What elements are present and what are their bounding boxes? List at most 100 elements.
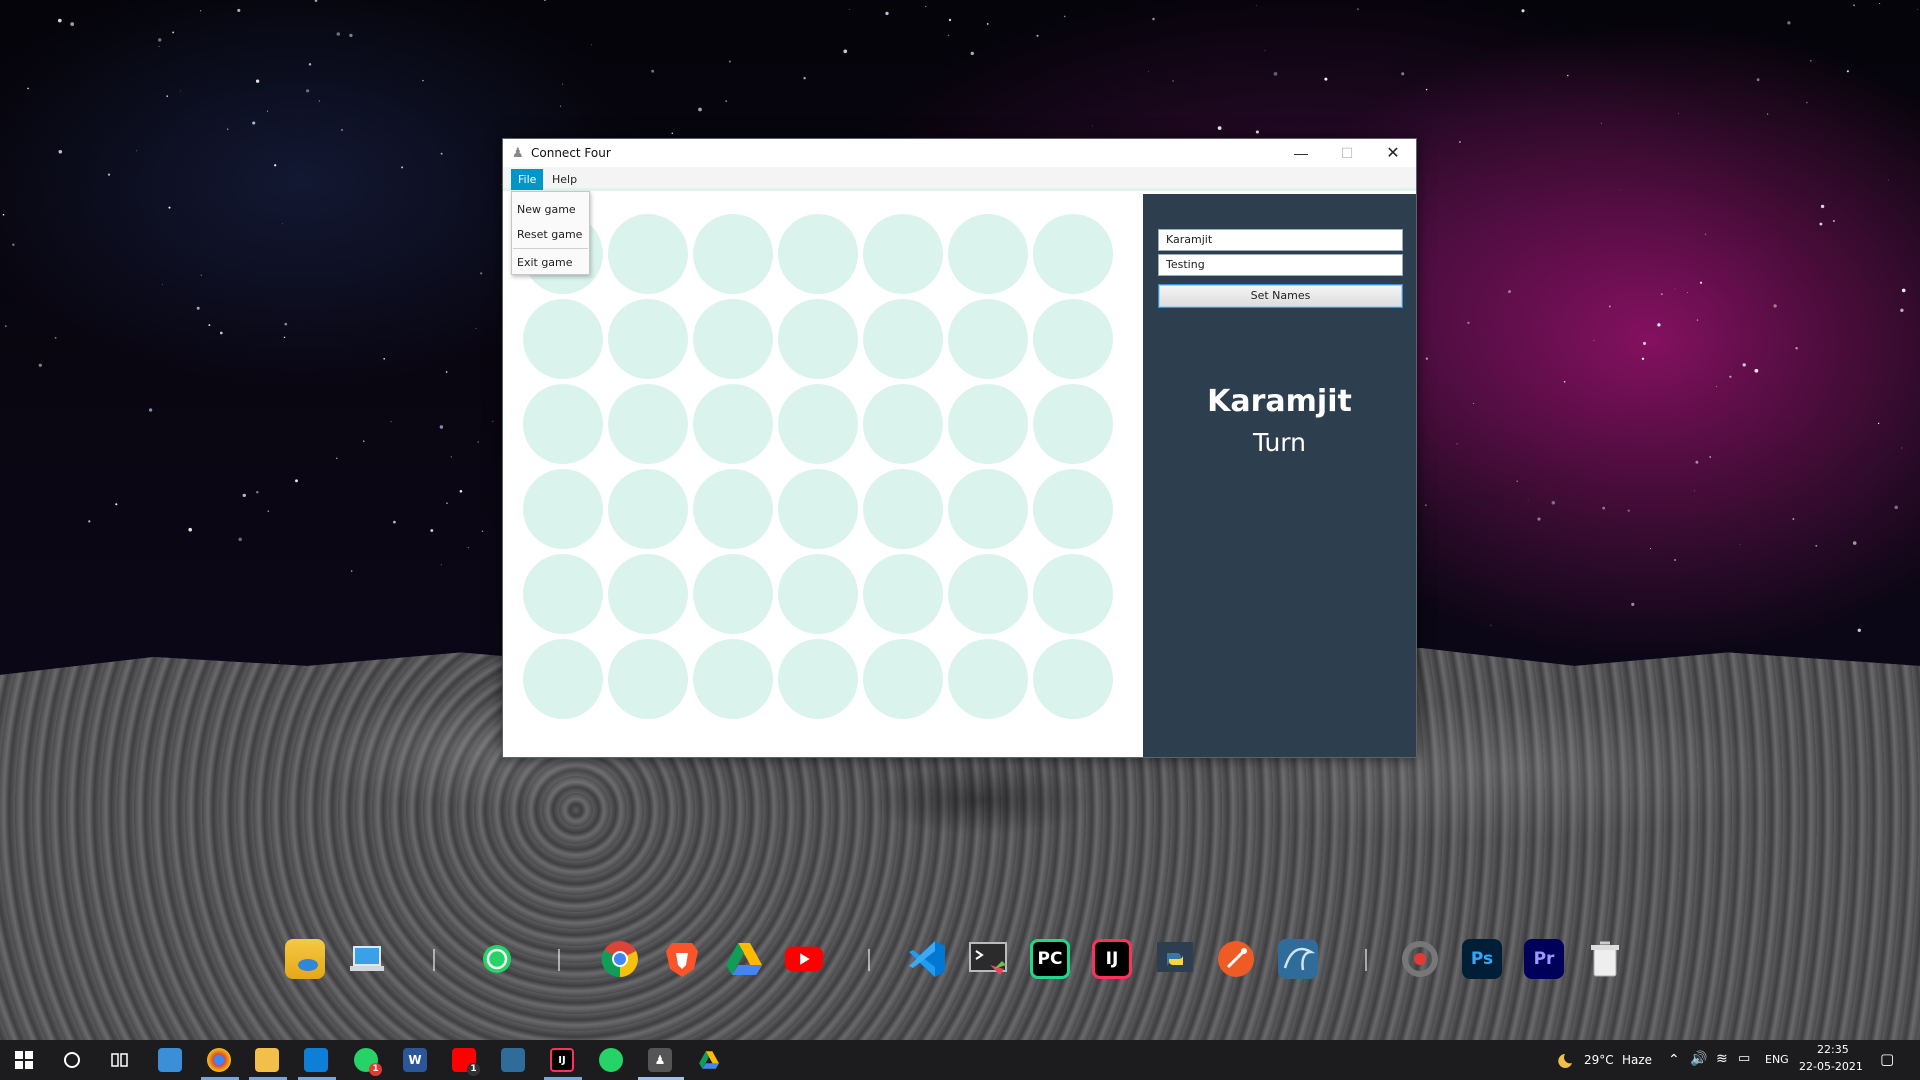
board-cell[interactable] (1033, 299, 1113, 379)
google-drive-taskbar-icon[interactable] (697, 1048, 721, 1072)
board-cell[interactable] (608, 214, 688, 294)
menu-item-new-game[interactable]: New game (517, 203, 576, 216)
task-view-icon[interactable] (108, 1048, 132, 1072)
brave-icon[interactable] (662, 939, 702, 979)
star (1820, 204, 1825, 209)
chrome-icon[interactable] (600, 939, 640, 979)
google-drive-icon[interactable] (724, 939, 764, 979)
postman-icon[interactable] (1216, 939, 1256, 979)
whatsapp-desktop-icon[interactable] (599, 1048, 623, 1072)
battery-icon[interactable]: ▭ (1738, 1051, 1750, 1066)
pycharm-icon[interactable]: PC (1030, 939, 1070, 979)
star (267, 110, 268, 112)
folder-cloud-icon[interactable] (285, 939, 325, 979)
dock-separator (868, 949, 870, 971)
board-cell[interactable] (523, 639, 603, 719)
board-cell[interactable] (523, 469, 603, 549)
board-cell[interactable] (863, 639, 943, 719)
terminal-icon[interactable] (968, 939, 1008, 979)
board-cell[interactable] (863, 469, 943, 549)
board-cell[interactable] (608, 384, 688, 464)
language-indicator[interactable]: ENG (1765, 1053, 1789, 1066)
vscode-icon[interactable] (907, 939, 947, 979)
menu-help[interactable]: Help (545, 169, 584, 190)
board-cell[interactable] (863, 554, 943, 634)
board-cell[interactable] (693, 299, 773, 379)
board-cell[interactable] (1033, 214, 1113, 294)
news-app-icon[interactable] (158, 1048, 182, 1072)
board-cell[interactable] (693, 639, 773, 719)
minimize-button[interactable]: — (1278, 139, 1324, 167)
whatsapp-taskbar-icon[interactable]: 1 (354, 1048, 382, 1076)
close-button[interactable]: ✕ (1370, 139, 1416, 167)
board-cell[interactable] (863, 384, 943, 464)
intellij-taskbar-icon[interactable]: IJ (550, 1048, 574, 1072)
notifications-icon[interactable]: ▢ (1880, 1050, 1894, 1068)
word-icon[interactable]: W (403, 1048, 427, 1072)
wifi-icon[interactable]: ≋ (1716, 1051, 1728, 1067)
chrome-taskbar-icon[interactable] (207, 1048, 231, 1072)
board-cell[interactable] (693, 384, 773, 464)
mysql-taskbar-icon[interactable] (501, 1048, 525, 1072)
board-cell[interactable] (778, 299, 858, 379)
game-board[interactable] (503, 194, 1143, 757)
board-cell[interactable] (778, 554, 858, 634)
board-cell[interactable] (693, 554, 773, 634)
laptop-icon[interactable] (347, 939, 387, 979)
python-icon[interactable] (1155, 939, 1195, 979)
settings-icon[interactable] (1400, 939, 1440, 979)
player-one-name-field[interactable]: Karamjit (1158, 229, 1403, 251)
title-bar[interactable]: ♟ Connect Four — ☐ ✕ (503, 139, 1416, 167)
search-icon[interactable] (60, 1048, 84, 1072)
menu-item-reset-game[interactable]: Reset game (517, 228, 582, 241)
clock-time[interactable]: 22:35 (1817, 1043, 1849, 1056)
photoshop-icon[interactable]: Ps (1462, 939, 1502, 979)
board-cell[interactable] (948, 299, 1028, 379)
board-cell[interactable] (608, 639, 688, 719)
board-cell[interactable] (523, 384, 603, 464)
menu-file[interactable]: File (511, 169, 544, 190)
board-cell[interactable] (693, 469, 773, 549)
board-cell[interactable] (863, 299, 943, 379)
player-two-name-field[interactable]: Testing (1158, 254, 1403, 276)
board-cell[interactable] (1033, 384, 1113, 464)
board-cell[interactable] (1033, 639, 1113, 719)
board-cell[interactable] (1033, 469, 1113, 549)
set-names-button[interactable]: Set Names (1158, 284, 1403, 308)
board-cell[interactable] (948, 384, 1028, 464)
menu-item-exit-game[interactable]: Exit game (517, 256, 573, 269)
board-cell[interactable] (778, 384, 858, 464)
board-cell[interactable] (523, 299, 603, 379)
show-hidden-icons-chevron-icon[interactable]: ⌃ (1668, 1052, 1680, 1068)
recycle-bin-icon[interactable] (1585, 939, 1625, 979)
board-cell[interactable] (608, 299, 688, 379)
mysql-workbench-icon[interactable] (1278, 939, 1318, 979)
file-explorer-icon[interactable] (255, 1048, 279, 1072)
board-cell[interactable] (948, 639, 1028, 719)
maximize-button[interactable]: ☐ (1324, 139, 1370, 167)
board-cell[interactable] (523, 554, 603, 634)
intellij-icon[interactable]: IJ (1092, 939, 1132, 979)
star (1551, 501, 1556, 505)
board-cell[interactable] (948, 469, 1028, 549)
board-cell[interactable] (948, 214, 1028, 294)
board-cell[interactable] (608, 554, 688, 634)
board-cell[interactable] (608, 469, 688, 549)
vscode-taskbar-icon[interactable] (304, 1048, 328, 1072)
java-app-icon[interactable]: ♟ (648, 1048, 672, 1072)
youtube-taskbar-icon[interactable]: 1 (452, 1048, 480, 1076)
board-cell[interactable] (863, 214, 943, 294)
premiere-icon[interactable]: Pr (1524, 939, 1564, 979)
whatsapp-icon[interactable] (477, 939, 517, 979)
board-cell[interactable] (693, 214, 773, 294)
weather-icon[interactable] (1553, 1048, 1577, 1072)
youtube-icon[interactable] (784, 939, 824, 979)
clock-date[interactable]: 22-05-2021 (1799, 1060, 1863, 1073)
volume-icon[interactable]: 🔊 (1690, 1051, 1707, 1067)
board-cell[interactable] (1033, 554, 1113, 634)
board-cell[interactable] (778, 214, 858, 294)
board-cell[interactable] (778, 469, 858, 549)
board-cell[interactable] (778, 639, 858, 719)
windows-start-icon[interactable] (12, 1048, 36, 1072)
board-cell[interactable] (948, 554, 1028, 634)
